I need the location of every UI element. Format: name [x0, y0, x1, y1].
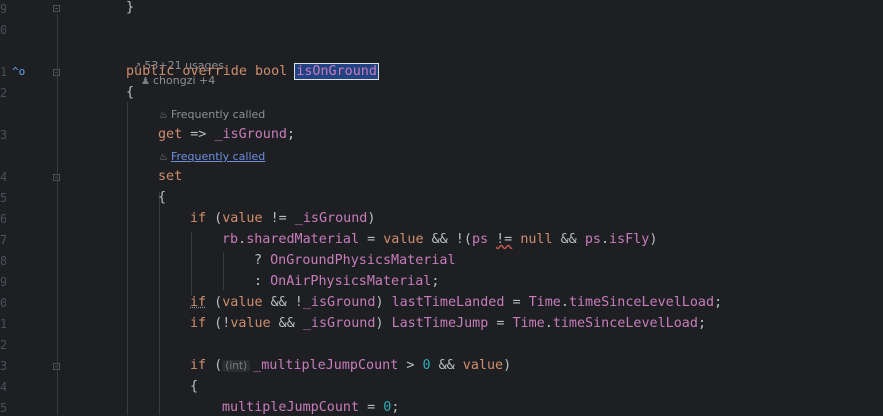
indent-guide — [191, 232, 192, 296]
code-line-if-jump: if (!value && _isGround) LastTimeJump = … — [190, 316, 706, 331]
code-line-assign-material: rb.sharedMaterial = value && !(ps != nul… — [222, 232, 658, 247]
code-line-closing-brace: } — [126, 0, 135, 15]
code-line-setter: set — [158, 169, 183, 184]
frequently-called-link[interactable]: Frequently called — [171, 150, 265, 163]
line-number: 8 — [0, 254, 6, 268]
code-line-open-brace: { — [158, 190, 167, 205]
code-line-property-declaration: public override bool isOnGround — [126, 63, 379, 80]
frequently-called-label: Frequently called — [170, 108, 266, 121]
line-number: 1 — [0, 317, 6, 331]
editor-gutter: 9 0 1 2 3 4 5 6 7 8 9 0 1 2 3 4 5 ^o — [0, 0, 70, 415]
line-number: 1 — [0, 65, 6, 79]
property-name-selected[interactable]: isOnGround — [294, 63, 379, 80]
frequently-called-hint[interactable]: ♨ Frequently called — [159, 150, 265, 165]
line-number: 4 — [0, 380, 6, 394]
cast-type-hint: (int) — [222, 360, 251, 372]
indent-guide — [223, 252, 224, 290]
line-number: 5 — [0, 401, 6, 415]
line-number: 9 — [0, 275, 6, 289]
line-number: 3 — [0, 359, 6, 373]
code-line-if-multijump: if ((int) _multipleJumpCount > 0 && value… — [190, 358, 512, 373]
code-line-open-brace: { — [126, 85, 135, 100]
line-number: 4 — [0, 170, 6, 184]
line-number: 2 — [0, 86, 6, 100]
indent-guide — [57, 14, 58, 415]
code-line-reset-jump: multipleJumpCount = 0; — [222, 400, 400, 415]
line-number: 2 — [0, 338, 6, 352]
warning-operator[interactable]: != — [496, 232, 512, 247]
code-line-ternary-false: : OnAirPhysicsMaterial; — [254, 274, 440, 289]
frequently-called-hint: ♨ Frequently called — [159, 108, 265, 123]
implements-gutter-icon[interactable]: ^o — [12, 65, 25, 79]
code-line-getter: get => _isGround; — [158, 127, 296, 142]
indent-guide — [159, 192, 160, 415]
code-line-open-brace: { — [190, 379, 199, 394]
code-line-if-changed: if (value != _isGround) — [190, 211, 376, 226]
code-line-if-landed: if (value && !_isGround) lastTimeLanded … — [190, 295, 723, 310]
line-number: 7 — [0, 233, 6, 247]
code-line-ternary-true: ? OnGroundPhysicsMaterial — [254, 253, 456, 268]
flame-icon: ♨ — [159, 110, 168, 121]
line-number: 3 — [0, 128, 6, 142]
fold-toggle-icon[interactable] — [53, 5, 60, 12]
flame-icon: ♨ — [159, 152, 168, 163]
line-number: 0 — [0, 296, 6, 310]
line-number: 9 — [0, 2, 6, 16]
line-number: 0 — [0, 23, 6, 37]
indent-guide — [127, 102, 128, 415]
line-number: 5 — [0, 191, 6, 205]
property-modifiers: public override bool — [126, 64, 296, 79]
line-number: 6 — [0, 212, 6, 226]
